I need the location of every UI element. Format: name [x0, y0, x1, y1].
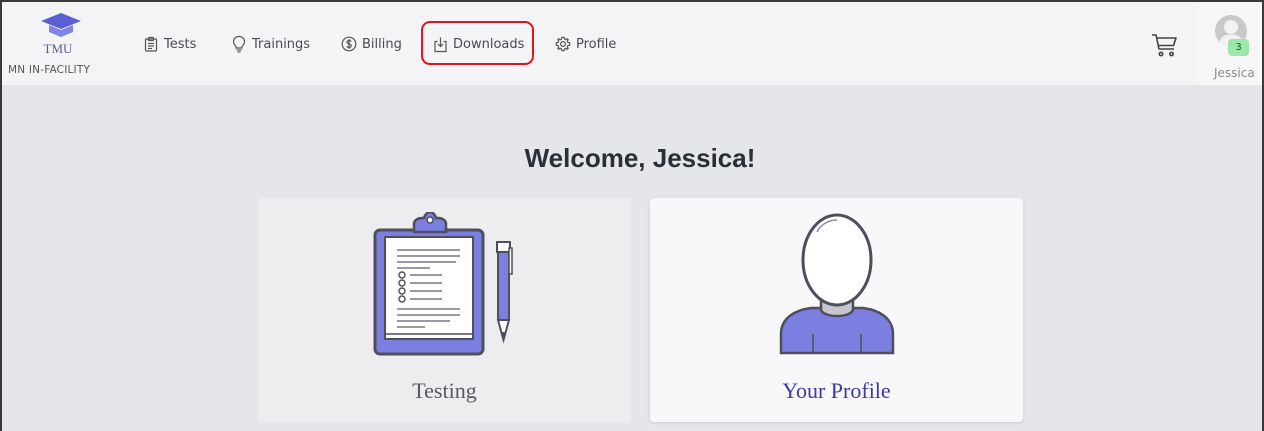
- your-profile-card[interactable]: Your Profile: [650, 198, 1023, 422]
- cart-icon: [1152, 34, 1177, 57]
- nav-item-downloads[interactable]: Downloads: [433, 33, 524, 55]
- dollar-circle-icon: [341, 36, 357, 52]
- brand-logo[interactable]: TMU MN IN-FACILITY: [6, 10, 114, 80]
- cart-count-badge: 3: [1228, 39, 1249, 56]
- brand-name: TMU: [43, 41, 73, 56]
- nav-label-downloads: Downloads: [453, 36, 525, 52]
- brand-subtitle: MN IN-FACILITY: [8, 64, 91, 76]
- person-silhouette-illustration: [779, 213, 895, 355]
- nav-item-billing[interactable]: Billing: [341, 33, 402, 55]
- testing-card[interactable]: Testing: [258, 198, 631, 422]
- clipboard-pen-illustration: [373, 212, 513, 356]
- your-profile-card-label: Your Profile: [782, 378, 891, 403]
- nav-label-profile: Profile: [576, 36, 617, 52]
- lightbulb-icon: [232, 35, 246, 53]
- testing-card-label: Testing: [412, 378, 477, 403]
- user-menu[interactable]: 3 Jessica: [1198, 2, 1262, 85]
- graduation-cap-icon: [41, 13, 81, 37]
- nav-label-trainings: Trainings: [252, 36, 311, 52]
- welcome-heading: Welcome, Jessica!: [524, 143, 756, 173]
- nav-item-trainings[interactable]: Trainings: [231, 33, 310, 55]
- user-name: Jessica: [1214, 66, 1255, 80]
- nav-label-tests: Tests: [164, 36, 197, 52]
- nav-label-billing: Billing: [362, 36, 402, 52]
- top-navbar: TMU MN IN-FACILITY Tests Trainings Billi…: [2, 2, 1262, 85]
- clipboard-icon: [144, 36, 158, 52]
- cart-button[interactable]: [1150, 32, 1178, 63]
- gear-icon: [555, 36, 571, 52]
- download-icon: [434, 37, 447, 52]
- nav-item-profile[interactable]: Profile: [555, 33, 616, 55]
- nav-item-tests[interactable]: Tests: [143, 33, 196, 55]
- app-frame: TMU MN IN-FACILITY Tests Trainings Billi…: [0, 0, 1264, 431]
